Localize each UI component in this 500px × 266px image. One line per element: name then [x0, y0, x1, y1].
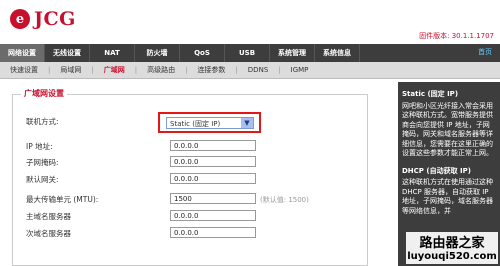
nav-usb[interactable]: USB — [225, 44, 270, 62]
watermark-line1: 路由器之家 — [419, 236, 485, 251]
mtu-label: 最大传输单元 (MTU): — [26, 195, 99, 204]
home-link[interactable]: 首页 — [478, 47, 492, 57]
connection-type-value: Static (固定 IP) — [170, 120, 221, 128]
subnav-quick-setup[interactable]: 快速设置 — [0, 62, 48, 78]
help-static-title: Static (固定 IP) — [402, 90, 459, 98]
subnet-mask-input[interactable]: 0.0.0.0 — [170, 156, 256, 167]
sub-nav: 快速设置 | 局域网 | 广域网 | 高级路由 | 连接参数 | DDNS | … — [0, 62, 500, 79]
nav-network-settings[interactable]: 网络设置 — [0, 44, 45, 62]
subnav-connection-params[interactable]: 连接参数 — [187, 62, 235, 78]
nav-system-info[interactable]: 系统信息 — [315, 44, 360, 62]
ip-address-label: IP 地址: — [26, 142, 53, 151]
chevron-down-icon[interactable]: ▼ — [241, 118, 253, 128]
help-dhcp-text: 这种联机方式在使用通过这种 DHCP 服务器，自动获取 IP 地址，子网掩码，域… — [402, 178, 493, 215]
gateway-label: 默认网关: — [26, 175, 59, 184]
connection-type-select[interactable]: Static (固定 IP) ▼ — [166, 117, 254, 129]
nav-system-management[interactable]: 系统管理 — [270, 44, 315, 62]
nav-wireless-settings[interactable]: 无线设置 — [45, 44, 90, 62]
subnav-advanced-routing[interactable]: 高级路由 — [137, 62, 185, 78]
connection-type-highlight: Static (固定 IP) ▼ — [158, 112, 261, 133]
subnav-igmp[interactable]: IGMP — [281, 62, 319, 78]
secondary-dns-input[interactable]: 0.0.0.0 — [170, 227, 256, 238]
connection-type-label: 联机方式: — [26, 117, 59, 126]
mtu-hint: (默认值: 1500) — [260, 196, 309, 204]
help-dhcp-title: DHCP (自动获取 IP) — [402, 166, 471, 175]
primary-dns-label: 主域名服务器 — [26, 212, 71, 221]
gateway-input[interactable]: 0.0.0.0 — [170, 173, 256, 184]
nav-firewall[interactable]: 防火墙 — [135, 44, 180, 62]
subnav-lan[interactable]: 局域网 — [50, 62, 91, 78]
mtu-input[interactable]: 1500 — [170, 193, 256, 204]
primary-dns-input[interactable]: 0.0.0.0 — [170, 210, 256, 221]
ip-address-input[interactable]: 0.0.0.0 — [170, 140, 256, 151]
watermark: 路由器之家 luyouqi520.com — [406, 232, 498, 264]
logo-text: JCG — [34, 8, 76, 30]
logo: e JCG — [10, 6, 76, 32]
main-nav: 网络设置 无线设置 NAT 防火墙 QoS USB 系统管理 系统信息 首页 — [0, 44, 500, 62]
help-static-text: 网吧和小区光纤接入常会采用这种联机方式。宽带服务提供商会向您提供 IP 地址，子… — [402, 101, 493, 158]
firmware-version: 固件版本: 30.1.1.1707 — [419, 32, 494, 40]
nav-nat[interactable]: NAT — [90, 44, 135, 62]
header: e JCG 固件版本: 30.1.1.1707 — [0, 0, 500, 44]
subnav-ddns[interactable]: DDNS — [238, 62, 278, 78]
nav-qos[interactable]: QoS — [180, 44, 225, 62]
subnav-wan[interactable]: 广域网 — [94, 62, 135, 78]
secondary-dns-label: 次域名服务器 — [26, 229, 71, 238]
section-title: 广域网设置 — [21, 88, 67, 99]
logo-mark-icon: e — [10, 9, 30, 29]
watermark-line2: luyouqi520.com — [407, 251, 497, 262]
subnet-mask-label: 子网掩码: — [26, 158, 59, 167]
